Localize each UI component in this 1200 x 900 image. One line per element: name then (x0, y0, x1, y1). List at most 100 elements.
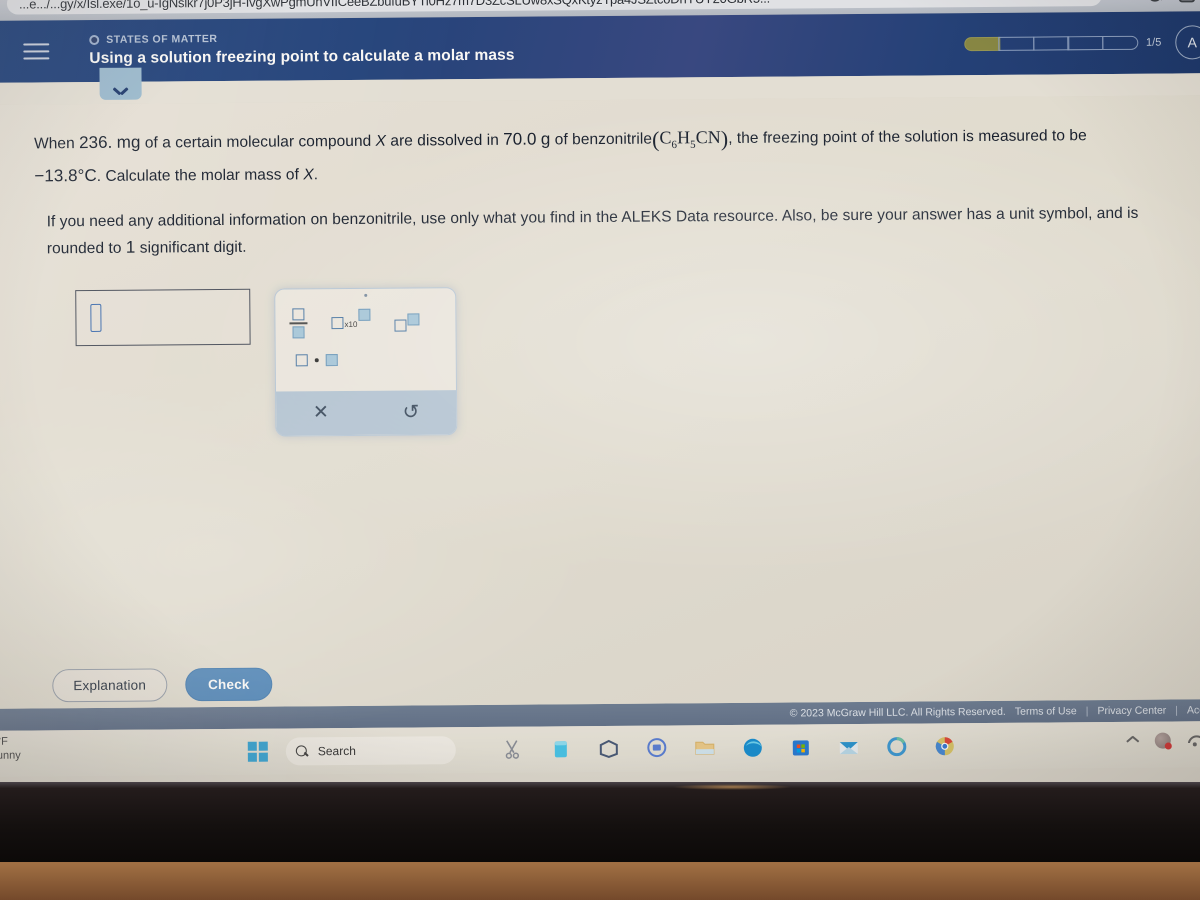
explanation-button[interactable]: Explanation (52, 667, 168, 702)
file-explorer-icon[interactable] (548, 736, 574, 762)
separator: | (1085, 705, 1089, 718)
q-mass-value: 236. (79, 132, 113, 153)
google-account-icon[interactable]: G (1114, 0, 1131, 3)
multiplication-dot-icon (314, 358, 319, 363)
right-operand-box-icon (325, 353, 338, 366)
microsoft-edge-icon[interactable] (740, 735, 766, 761)
q-solvent-unit: g (540, 129, 551, 149)
google-chrome-icon[interactable] (932, 733, 958, 759)
q-solvent-mass: 70.0 (503, 129, 537, 149)
multiplication-dot-button[interactable] (295, 353, 338, 367)
note-sigfig: 1 (125, 237, 136, 257)
header-right: 1/5 A (963, 11, 1200, 75)
mail-icon[interactable] (836, 734, 862, 760)
power-base-box-icon (394, 319, 407, 332)
fraction-bar-icon (289, 322, 308, 325)
progress-segment (998, 36, 1035, 51)
weather-widget[interactable]: °F unny (0, 736, 21, 764)
microsoft-store-icon[interactable] (788, 734, 814, 760)
accessibility-link[interactable]: Acc (1187, 704, 1200, 716)
power-exponent-box-icon (407, 313, 420, 326)
undo-arrow-icon[interactable]: ↺ (402, 400, 419, 425)
question-statement: When 236. mg of a certain molecular comp… (34, 118, 1154, 190)
avatar[interactable]: A (1175, 25, 1200, 60)
q-text-g: . (313, 165, 319, 183)
note-text-b: significant digit. (139, 239, 247, 257)
laptop-screen: ...e.../...gy/x/Isl.exe/1o_u-IgNslkr7j0P… (0, 0, 1200, 795)
q-text-b: of a certain molecular compound (144, 132, 372, 152)
left-operand-box-icon (295, 354, 308, 367)
q-compound-symbol: X (375, 132, 387, 150)
benzonitrile-formula: (C6H5CN) (651, 125, 729, 152)
terms-of-use-link[interactable]: Terms of Use (1015, 705, 1077, 717)
q-freezing-point: −13.8 (34, 165, 78, 186)
search-icon (296, 745, 309, 758)
weather-temperature: °F (0, 735, 8, 748)
mantissa-box-icon (331, 316, 344, 329)
fraction-denominator-box-icon (292, 325, 305, 339)
close-x-icon[interactable]: ✕ (313, 401, 329, 424)
progress-segment (1032, 36, 1070, 51)
copyright-text: © 2023 McGraw Hill LLC. All Rights Reser… (789, 705, 1006, 720)
chapter-row: STATES OF MATTER (89, 31, 514, 46)
exponent-box-icon (358, 308, 371, 321)
chevron-down-icon (114, 87, 128, 96)
search-input[interactable]: Search (285, 736, 456, 766)
chat-icon[interactable] (644, 735, 670, 761)
fraction-button[interactable] (289, 308, 308, 339)
wifi-icon[interactable] (1187, 734, 1200, 747)
taskbar-center: Search (247, 732, 958, 766)
question-content: When 236. mg of a certain molecular comp… (0, 95, 1200, 709)
snipping-tool-icon[interactable] (500, 737, 526, 763)
answer-row: x10 ✕ ↺ (35, 281, 1174, 438)
teams-icon[interactable] (596, 736, 622, 762)
palette-rows: x10 (275, 296, 456, 391)
q-text-e: , the freezing point of the solution is … (728, 127, 1087, 147)
palette-row-2 (290, 342, 442, 377)
aleks-header: STATES OF MATTER Using a solution freezi… (0, 11, 1200, 83)
q-text-d: of benzonitrile (554, 130, 653, 149)
share-icon[interactable] (1178, 0, 1195, 2)
page-title: Using a solution freezing point to calcu… (89, 46, 515, 67)
system-tray (1127, 732, 1200, 749)
search-icon[interactable] (1147, 0, 1163, 3)
q-mass-unit: mg (116, 132, 141, 152)
check-button[interactable]: Check (184, 667, 273, 701)
chapter-label: STATES OF MATTER (106, 32, 218, 46)
q-text-f: . Calculate the molar mass of (96, 165, 299, 185)
address-bar-icons: G (1114, 0, 1195, 3)
progress-count: 1/5 (1145, 36, 1162, 49)
windows-start-icon[interactable] (247, 741, 268, 762)
text-cursor-box-icon (90, 303, 102, 332)
laptop-bezel (0, 782, 1200, 862)
q-temp-unit: °C (77, 165, 97, 185)
header-titles: STATES OF MATTER Using a solution freezi… (89, 31, 515, 68)
collapse-question-tab[interactable] (99, 67, 142, 100)
hamburger-menu-icon[interactable] (23, 43, 50, 60)
show-hidden-icons-chevron-icon[interactable] (1127, 735, 1139, 747)
privacy-center-link[interactable]: Privacy Center (1097, 705, 1166, 718)
x10-label-icon: x10 (344, 319, 358, 329)
scientific-notation-button[interactable]: x10 (331, 308, 371, 329)
url-text: ...e.../...gy/x/Isl.exe/1o_u-IgNslkr7j0P… (18, 0, 771, 12)
answer-actions: Explanation Check (0, 653, 1200, 709)
progress-bar (963, 35, 1139, 52)
palette-row-1: x10 (289, 302, 441, 343)
q-text-a: When (33, 135, 75, 153)
search-placeholder: Search (317, 743, 356, 759)
folder-icon[interactable] (692, 735, 718, 761)
progress-segment (1101, 35, 1139, 51)
notification-badge-icon[interactable] (1154, 732, 1171, 749)
palette-actions: ✕ ↺ (276, 389, 457, 436)
photo-scene: ...e.../...gy/x/Isl.exe/1o_u-IgNslkr7j0P… (0, 0, 1200, 900)
progress-segment (963, 36, 1001, 52)
weather-condition: unny (0, 749, 21, 762)
taskbar-app-icons (500, 733, 958, 763)
exponent-button[interactable] (394, 313, 420, 332)
onedrive-icon[interactable] (884, 734, 910, 760)
answer-input[interactable] (75, 288, 251, 346)
chapter-status-icon (89, 34, 100, 46)
progress-indicator: 1/5 (963, 35, 1162, 52)
windows-taskbar: °F unny Search (0, 721, 1200, 777)
q-text-c: are dissolved in (390, 131, 499, 150)
